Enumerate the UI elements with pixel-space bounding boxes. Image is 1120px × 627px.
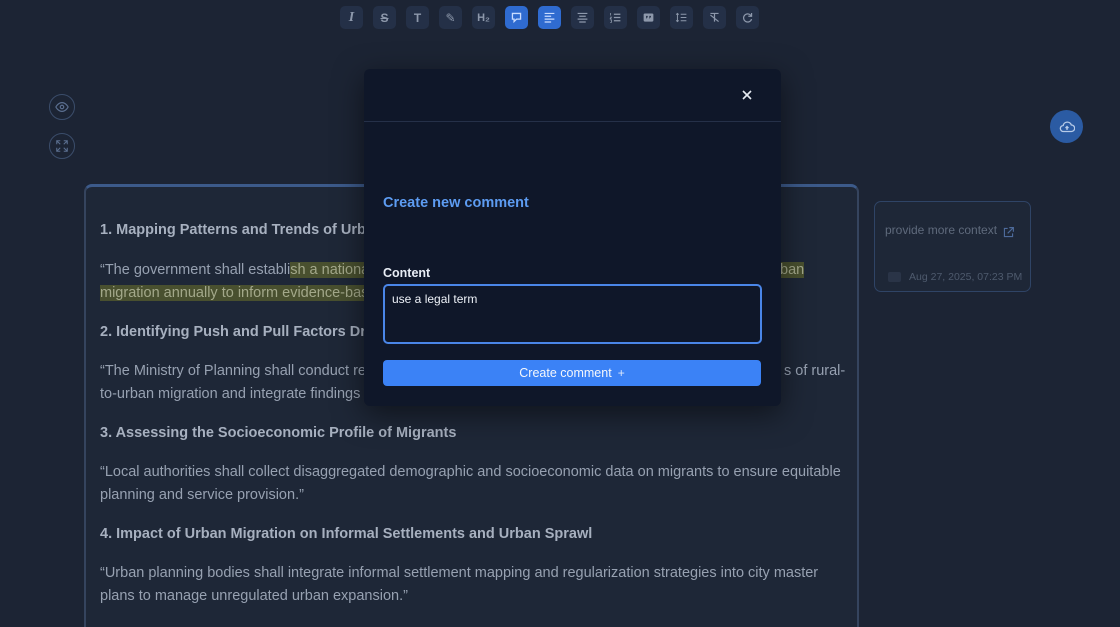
comment-text: provide more context [885,223,998,237]
paragraph-3: “Local authorities shall collect disaggr… [100,464,841,503]
paragraph-2-line1-right: s of rural- [784,363,846,379]
paragraph-1-right: ban [780,259,840,282]
redo-button[interactable] [736,6,759,29]
italic-button[interactable]: I [340,6,363,29]
paragraph-4: “Urban planning bodies shall integrate i… [100,565,819,604]
create-comment-label: Create comment [519,366,612,380]
formatting-toolbar: I S T ✎ H₂ [340,6,759,29]
preview-button[interactable] [49,94,75,120]
comment-icon [511,12,522,24]
comment-card[interactable]: provide more context Aug 27, 2025, 07:23… [874,201,1031,292]
heading2-icon: H₂ [477,11,490,24]
avatar-icon [888,272,901,282]
section-heading-3: 3. Assessing the Socioeconomic Profile o… [100,425,457,441]
section-heading-1: 1. Mapping Patterns and Trends of Urban … [100,222,399,238]
highlighted-text-right[interactable]: ban [780,262,805,278]
close-icon[interactable] [740,88,754,102]
text-size-icon: T [413,10,422,25]
quote-icon [643,13,654,22]
create-comment-modal: Create new comment Content use a legal t… [364,69,781,406]
quote-button[interactable] [637,6,660,29]
content-input[interactable]: use a legal term [383,284,762,344]
align-left-icon [544,12,555,23]
edit-icon[interactable] [1002,226,1015,239]
comment-date: Aug 27, 2025, 07:23 PM [909,271,1023,283]
cloud-upload-icon [1059,121,1075,132]
highlight-pen-icon: ✎ [445,10,456,25]
section-heading-4: 4. Impact of Urban Migration on Informal… [100,526,593,542]
clear-format-button[interactable] [703,6,726,29]
section-heading-2: 2. Identifying Push and Pull Factors Dri… [100,324,400,340]
plus-icon: + [617,366,625,380]
create-comment-button[interactable]: Create comment + [383,360,761,386]
redo-icon [743,13,753,23]
align-center-button[interactable] [571,6,594,29]
strikethrough-button[interactable]: S [373,6,396,29]
save-cloud-button[interactable] [1050,110,1083,143]
strikethrough-icon: S [380,10,389,25]
ordered-list-icon [609,13,621,23]
fullscreen-button[interactable] [49,133,75,159]
line-height-button[interactable] [670,6,693,29]
heading2-button[interactable]: H₂ [472,6,495,29]
text-size-button[interactable]: T [406,6,429,29]
highlighted-text-line2[interactable]: migration annually to inform evidence-ba… [100,285,385,301]
paragraph-1-text: “The government shall establi [100,262,291,278]
highlight-button[interactable]: ✎ [439,6,462,29]
eye-icon [55,102,69,112]
align-center-icon [577,12,588,23]
comment-button[interactable] [505,6,528,29]
modal-title: Create new comment [383,195,529,211]
modal-divider [364,121,781,122]
line-height-icon [675,12,687,23]
italic-icon: I [348,9,355,25]
content-label: Content [383,266,431,280]
ordered-list-button[interactable] [604,6,627,29]
expand-icon [56,140,68,152]
align-left-button[interactable] [538,6,561,29]
clear-format-icon [710,12,719,23]
